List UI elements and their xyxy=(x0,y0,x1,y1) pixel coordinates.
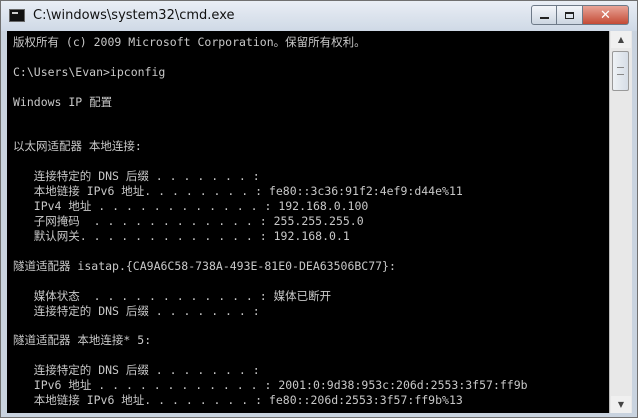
minimize-button[interactable] xyxy=(531,5,557,25)
console-line: IPv4 地址 . . . . . . . . . . . . : 192.16… xyxy=(13,199,369,213)
command-prompt-icon[interactable] xyxy=(9,9,25,22)
console-line: Windows IP 配置 xyxy=(13,95,113,109)
console-line: C:\Users\Evan>ipconfig xyxy=(13,65,166,79)
console-line: 连接特定的 DNS 后缀 . . . . . . . : xyxy=(13,363,260,377)
close-button[interactable]: ✕ xyxy=(583,5,629,25)
maximize-icon xyxy=(565,11,574,19)
cmd-window: C:\windows\system32\cmd.exe ✕ 版权所有 (c) 2… xyxy=(0,0,638,418)
console-line: 媒体状态 . . . . . . . . . . . . : 媒体已断开 xyxy=(13,289,332,303)
console-line: 隧道适配器 isatap.{CA9A6C58-738A-493E-81E0-DE… xyxy=(13,259,396,273)
console-line: 本地链接 IPv6 地址. . . . . . . . : fe80::206d… xyxy=(13,393,463,407)
vertical-scrollbar[interactable]: ▲ ▼ xyxy=(609,31,632,413)
scrollbar-thumb[interactable] xyxy=(612,51,629,91)
console-line: 默认网关. . . . . . . . . . . . . : 192.168.… xyxy=(13,229,350,243)
console-output[interactable]: 版权所有 (c) 2009 Microsoft Corporation。保留所有… xyxy=(7,31,609,413)
maximize-button[interactable] xyxy=(557,5,583,25)
console-line: 本地链接 IPv6 地址. . . . . . . . : fe80::3c36… xyxy=(13,184,463,198)
scroll-down-arrow-icon[interactable]: ▼ xyxy=(611,396,631,413)
minimize-icon xyxy=(539,17,549,19)
console-line: 以太网适配器 本地连接: xyxy=(13,139,142,153)
console-line: 子网掩码 . . . . . . . . . . . . : 255.255.2… xyxy=(13,214,364,228)
scroll-up-arrow-icon[interactable]: ▲ xyxy=(611,31,631,48)
console-line: IPv6 地址 . . . . . . . . . . . . : 2001:0… xyxy=(13,378,528,392)
close-icon: ✕ xyxy=(600,7,611,23)
console-line: 隧道适配器 本地连接* 5: xyxy=(13,333,152,347)
console-line: 版权所有 (c) 2009 Microsoft Corporation。保留所有… xyxy=(13,35,366,49)
title-bar[interactable]: C:\windows\system32\cmd.exe ✕ xyxy=(1,1,637,31)
console-line: 连接特定的 DNS 后缀 . . . . . . . : xyxy=(13,169,260,183)
console-line: 连接特定的 DNS 后缀 . . . . . . . : xyxy=(13,304,260,318)
window-title: C:\windows\system32\cmd.exe xyxy=(33,8,235,23)
